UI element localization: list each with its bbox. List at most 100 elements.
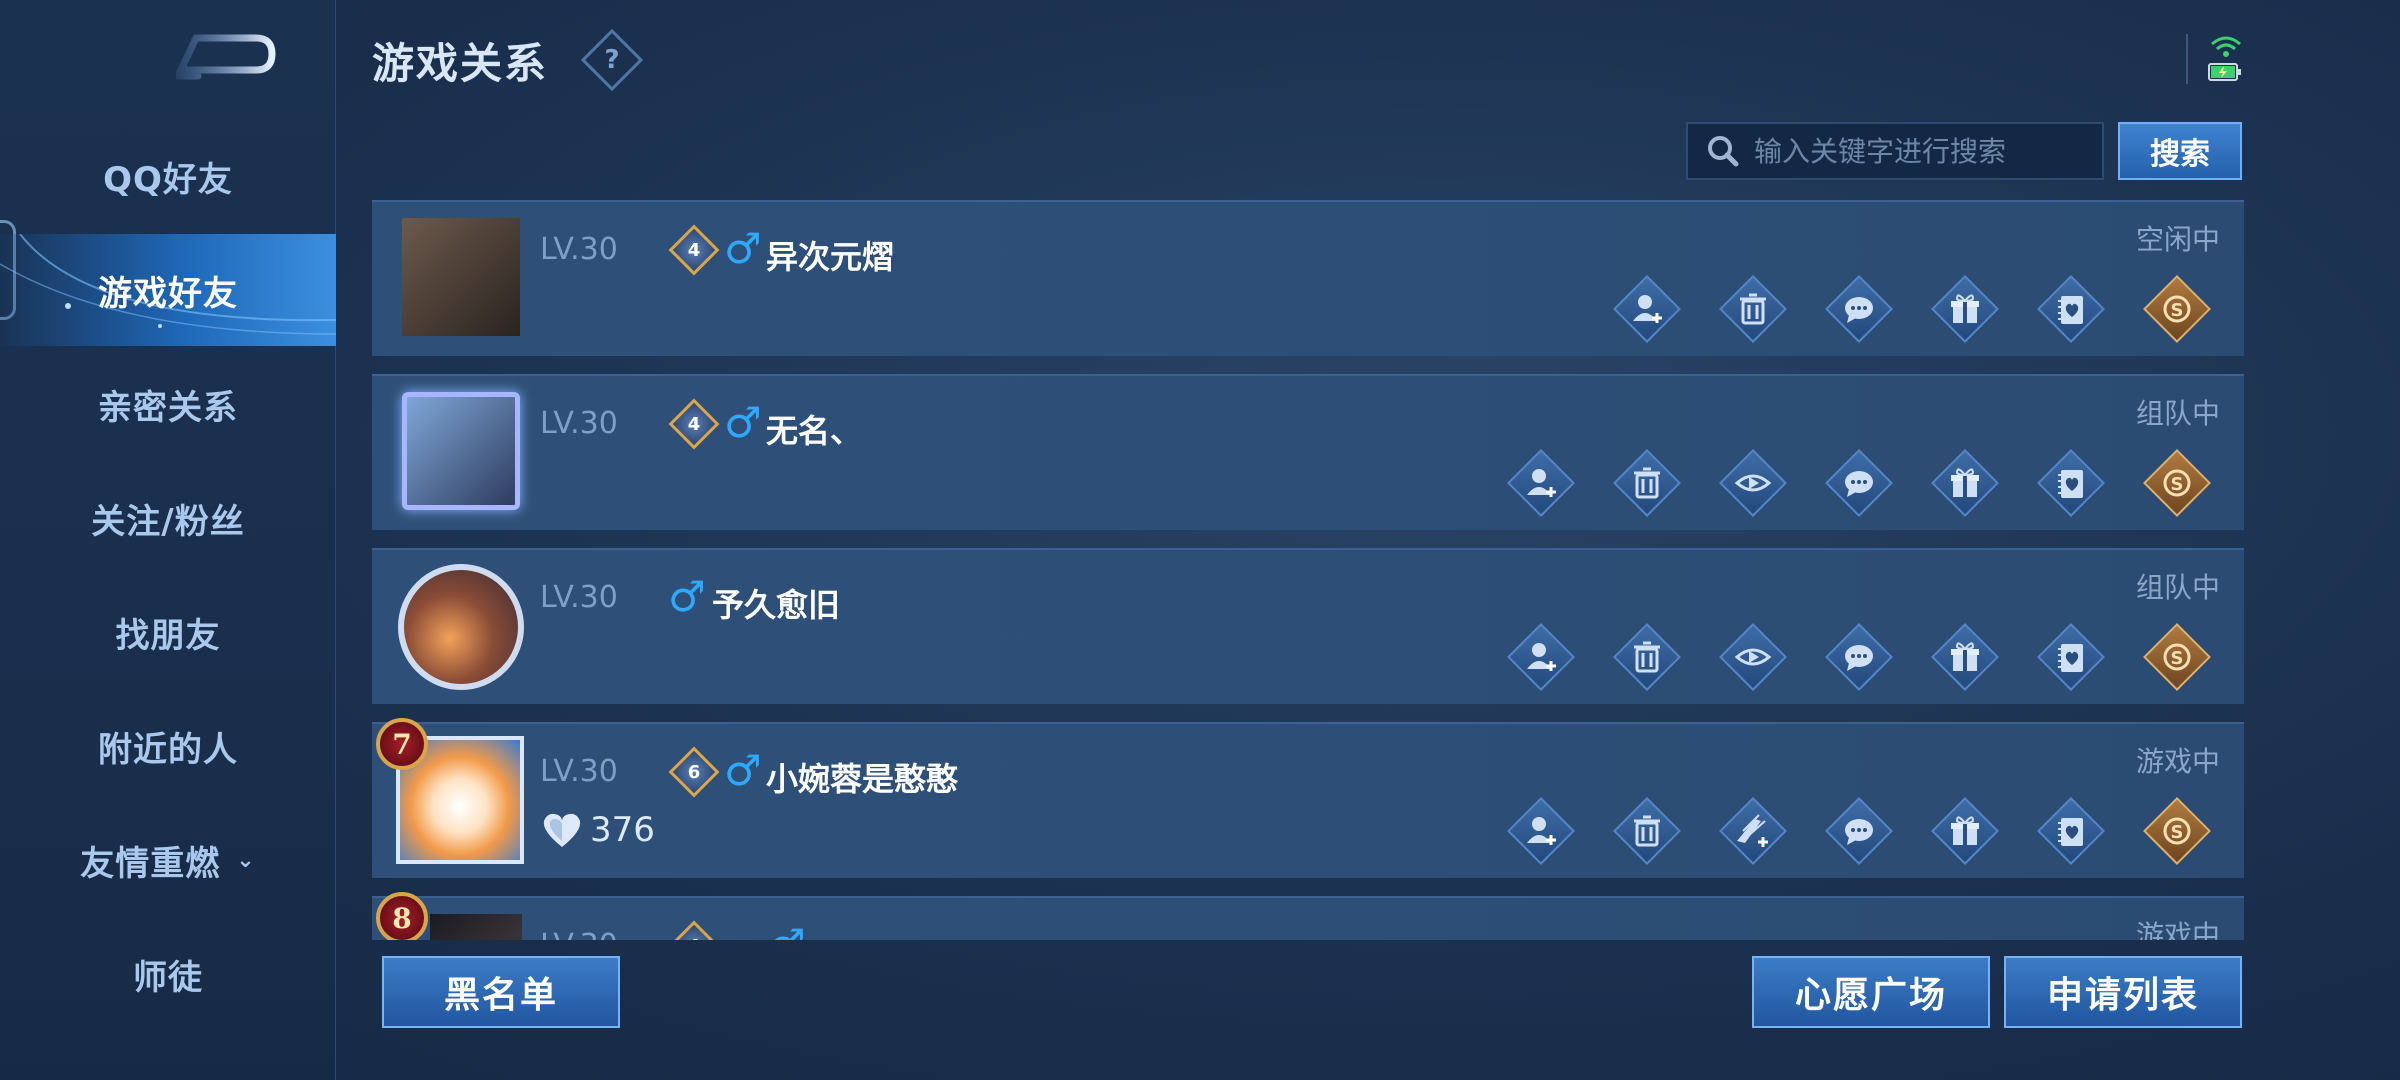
player-level: LV.30	[540, 928, 618, 940]
add-friend-button[interactable]	[1507, 449, 1575, 517]
divider	[2186, 34, 2188, 84]
friend-row[interactable]: LV.30 4 ♂ 无名、 组队中 S	[372, 374, 2244, 530]
status-text: 组队中	[2135, 571, 2220, 604]
delete-button[interactable]	[1613, 449, 1681, 517]
add-friend-button[interactable]	[1507, 623, 1575, 691]
heart-icon	[543, 813, 581, 847]
delete-button[interactable]	[1613, 623, 1681, 691]
sidebar: QQ好友 游戏好友 亲密关系 关注/粉丝 找朋友 附近的人 友情重燃 ⌄ 师徒	[0, 0, 336, 1080]
intimacy-icon	[2058, 818, 2083, 846]
avatar[interactable]	[402, 218, 520, 336]
vip-badge: 4	[668, 398, 720, 450]
avatar[interactable]	[430, 914, 522, 940]
chat-icon	[1845, 297, 1873, 323]
player-name: 异次元熠	[766, 238, 895, 276]
search-button[interactable]: 搜索	[2118, 122, 2242, 180]
delete-button[interactable]	[1719, 275, 1787, 343]
blacklist-button[interactable]: 黑名单	[382, 956, 620, 1028]
invite-button[interactable]	[1719, 797, 1787, 865]
page-title: 游戏关系	[372, 39, 549, 88]
friend-list[interactable]: LV.30 4 ♂ 异次元熠 空闲中 S LV.30 4 ♂ 无名、 组队中 S…	[372, 200, 2244, 940]
status-text: 组队中	[2135, 397, 2220, 430]
add-friend-icon	[1527, 817, 1556, 845]
male-icon: ♂	[724, 746, 762, 795]
coin-icon: S	[2163, 643, 2191, 671]
chat-button[interactable]	[1825, 797, 1893, 865]
chat-icon	[1845, 819, 1873, 845]
wish-square-button[interactable]: 心愿广场	[1752, 956, 1990, 1028]
sidebar-item-intimate[interactable]: 亲密关系	[0, 348, 336, 460]
sidebar-item-label: 游戏好友	[98, 273, 238, 314]
chat-button[interactable]	[1825, 623, 1893, 691]
gift-button[interactable]	[1931, 275, 1999, 343]
player-name: 小婉蓉是憨憨	[766, 760, 959, 798]
watch-button[interactable]	[1719, 623, 1787, 691]
sidebar-item-mentor[interactable]: 师徒	[0, 918, 336, 1030]
coin-icon: S	[2163, 817, 2191, 845]
search-input[interactable]	[1754, 134, 2084, 168]
sidebar-item-label: 友情重燃	[80, 843, 221, 884]
sidebar-item-rekindle[interactable]: 友情重燃 ⌄	[0, 804, 336, 916]
delete-icon	[1740, 293, 1766, 325]
wifi-icon	[2211, 36, 2241, 57]
sidebar-item-label: 师徒	[133, 957, 203, 998]
intimacy-icon	[2058, 296, 2083, 324]
chat-button[interactable]	[1825, 275, 1893, 343]
add-friend-button[interactable]	[1613, 275, 1681, 343]
intimacy-button[interactable]	[2037, 797, 2105, 865]
player-name: 无名、	[766, 412, 863, 450]
watch-button[interactable]	[1719, 449, 1787, 517]
gift-button[interactable]	[1931, 797, 1999, 865]
coin-icon: S	[2163, 469, 2191, 497]
vip-badge: 4	[668, 920, 720, 940]
invite-icon	[1737, 814, 1768, 847]
player-level: LV.30	[540, 580, 618, 615]
gift-icon	[1951, 642, 1979, 671]
back-icon[interactable]	[174, 30, 276, 84]
avatar[interactable]	[398, 564, 524, 690]
delete-button[interactable]	[1613, 797, 1681, 865]
sidebar-item-nearby[interactable]: 附近的人	[0, 690, 336, 802]
gift-button[interactable]	[1931, 449, 1999, 517]
gift-icon	[1951, 468, 1979, 497]
vip-level: 4	[687, 239, 701, 261]
intimacy-icon	[2058, 470, 2083, 498]
search-box	[1686, 122, 2104, 180]
male-icon: ♂	[724, 224, 762, 273]
sidebar-item-label: 附近的人	[98, 729, 238, 770]
gift-button[interactable]	[1931, 623, 1999, 691]
question-icon[interactable]: ?	[580, 28, 644, 92]
coin-button[interactable]: S	[2143, 275, 2211, 343]
sidebar-item-label: 亲密关系	[98, 387, 238, 428]
intimacy-button[interactable]	[2037, 449, 2105, 517]
intimacy-value: 376	[540, 810, 655, 850]
coin-button[interactable]: S	[2143, 797, 2211, 865]
sidebar-item-follow-fans[interactable]: 关注/粉丝	[0, 462, 336, 574]
gift-icon	[1951, 294, 1979, 323]
svg-text:S: S	[2171, 648, 2184, 669]
friend-row[interactable]: 8 LV.30 4 ♂ 游戏中	[372, 892, 2244, 940]
search-icon	[1708, 136, 1739, 167]
status-bar	[2186, 32, 2246, 88]
status-text: 游戏中	[2135, 745, 2220, 778]
coin-button[interactable]: S	[2143, 449, 2211, 517]
avatar[interactable]	[402, 392, 520, 510]
add-friend-button[interactable]	[1507, 797, 1575, 865]
vip-level: 6	[687, 761, 701, 783]
add-friend-icon	[1527, 469, 1556, 497]
sidebar-item-game-friends[interactable]: 游戏好友	[0, 234, 336, 346]
sidebar-item-qq-friends[interactable]: QQ好友	[0, 120, 336, 232]
player-level: LV.30	[540, 232, 618, 267]
vip-badge: 6	[668, 746, 720, 798]
friend-row[interactable]: LV.30 4 ♂ 异次元熠 空闲中 S	[372, 200, 2244, 356]
sidebar-item-find-friends[interactable]: 找朋友	[0, 576, 336, 688]
intimacy-button[interactable]	[2037, 623, 2105, 691]
chat-button[interactable]	[1825, 449, 1893, 517]
coin-button[interactable]: S	[2143, 623, 2211, 691]
intimacy-button[interactable]	[2037, 275, 2105, 343]
gift-icon	[1951, 816, 1979, 845]
friend-row[interactable]: 7 LV.30 6 ♂ 小婉蓉是憨憨 游戏中 376 S	[372, 718, 2244, 878]
intimacy-count: 376	[590, 810, 655, 850]
request-list-button[interactable]: 申请列表	[2004, 956, 2242, 1028]
friend-row[interactable]: LV.30 ♂ 予久愈旧 组队中 S	[372, 548, 2244, 704]
